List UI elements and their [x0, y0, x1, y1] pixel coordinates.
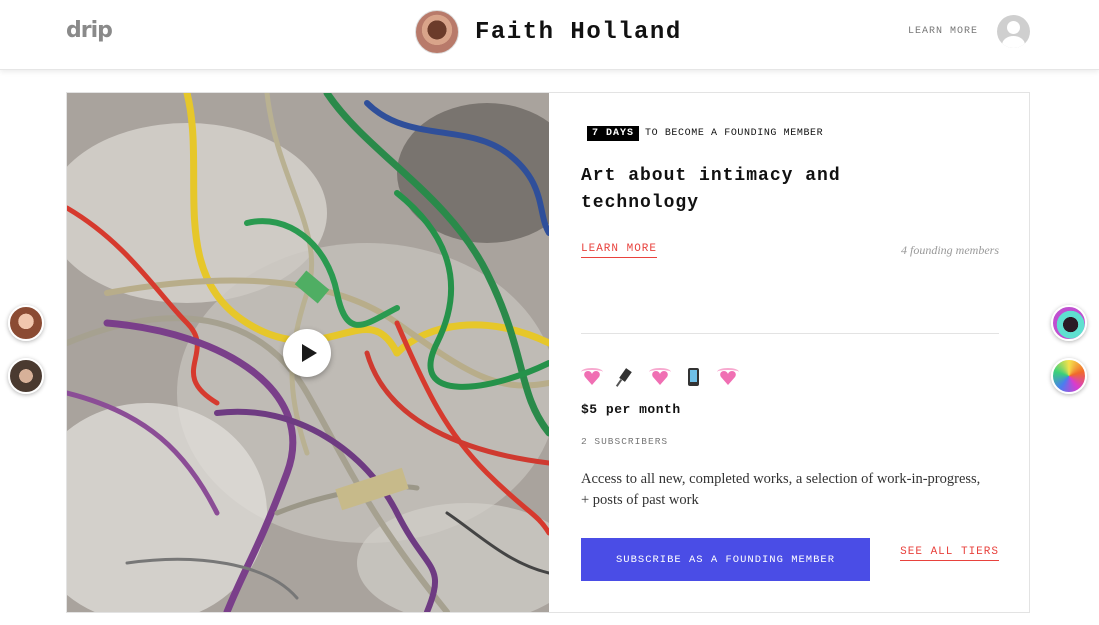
section-divider: [581, 333, 999, 334]
see-all-tiers-link[interactable]: SEE ALL TIERS: [900, 546, 999, 561]
tier-description: Access to all new, completed works, a se…: [581, 471, 981, 508]
play-video-button[interactable]: [283, 329, 331, 377]
subscriber-count: 2 SUBSCRIBERS: [581, 436, 669, 447]
tier-emoji-row: [581, 366, 739, 388]
countdown-text: TO BECOME A FOUNDING MEMBER: [645, 128, 824, 139]
header-learn-more-link[interactable]: LEARN MORE: [908, 26, 978, 37]
mobile-phone-icon: [683, 366, 703, 388]
previous-creator-avatar[interactable]: [8, 358, 44, 394]
creator-card: 7 DAYS TO BECOME A FOUNDING MEMBER Art a…: [66, 92, 1030, 613]
creator-identity[interactable]: Faith Holland: [415, 10, 682, 54]
sparkling-heart-icon: [581, 366, 603, 388]
creator-name[interactable]: Faith Holland: [475, 19, 682, 46]
tier-price: $5 per month: [581, 402, 681, 417]
next-creator-avatar[interactable]: [1051, 358, 1087, 394]
sparkling-heart-icon: [717, 366, 739, 388]
creator-avatar[interactable]: [415, 10, 459, 54]
next-creator-avatar[interactable]: [1051, 305, 1087, 341]
creator-tagline: Art about intimacy and technology: [581, 166, 841, 213]
user-account-icon[interactable]: [997, 15, 1030, 48]
campaign-learn-more-link[interactable]: LEARN MORE: [581, 243, 658, 258]
electric-plug-icon: [615, 366, 635, 388]
campaign-info-panel: 7 DAYS TO BECOME A FOUNDING MEMBER Art a…: [581, 93, 999, 612]
days-remaining-badge: 7 DAYS: [587, 126, 640, 141]
subscribe-founding-member-button[interactable]: SUBSCRIBE AS A FOUNDING MEMBER: [581, 538, 870, 581]
sparkling-heart-icon: [649, 366, 671, 388]
drip-logo[interactable]: drip: [66, 18, 113, 43]
top-navigation-bar: drip Faith Holland LEARN MORE: [0, 0, 1099, 70]
founding-members-count: 4 founding members: [901, 243, 999, 257]
previous-creator-avatar[interactable]: [8, 305, 44, 341]
cables-video-thumbnail[interactable]: [67, 93, 549, 612]
founding-countdown: 7 DAYS TO BECOME A FOUNDING MEMBER: [587, 126, 823, 141]
